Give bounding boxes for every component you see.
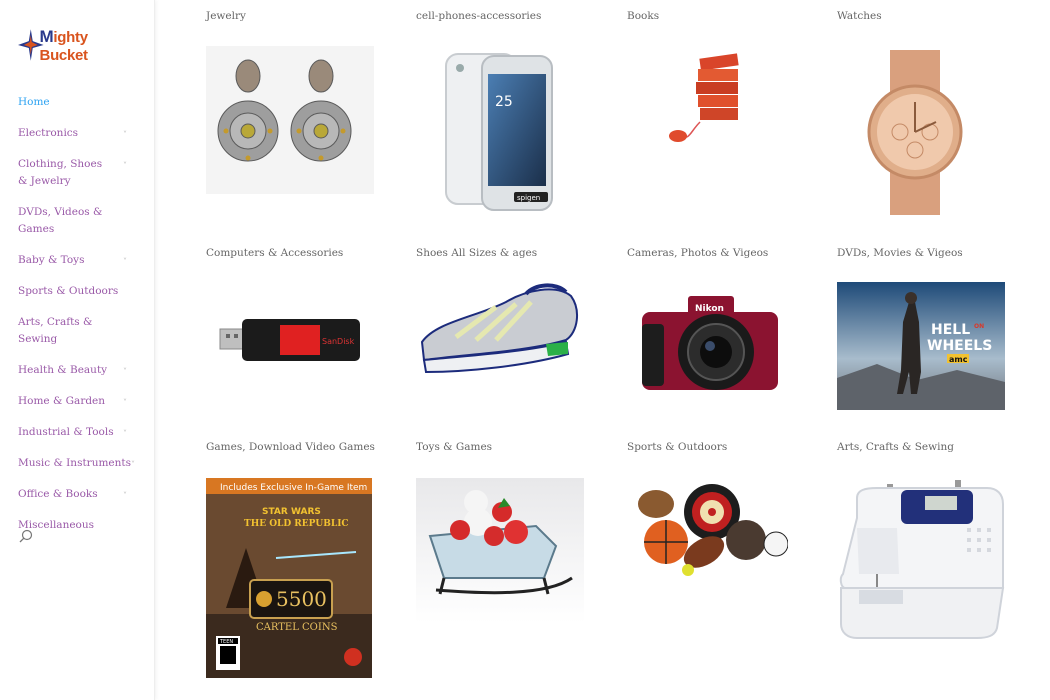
svg-text:STAR WARS: STAR WARS — [262, 507, 321, 517]
category-games[interactable]: Games, Download Video Games — [206, 440, 376, 454]
category-cameras[interactable]: Cameras, Photos & Vigeos — [627, 246, 797, 260]
earrings-icon[interactable] — [206, 46, 374, 194]
category-computers[interactable]: Computers & Accessories — [206, 246, 376, 260]
sneaker-icon[interactable] — [416, 282, 584, 377]
svg-text:spigen: spigen — [517, 194, 540, 202]
category-arts[interactable]: Arts, Crafts & Sewing — [837, 440, 1007, 454]
category-label[interactable]: Sports & Outdoors — [627, 440, 797, 454]
sewing-machine-icon[interactable] — [837, 478, 1005, 640]
category-label[interactable]: Jewelry — [206, 9, 376, 23]
category-label[interactable]: cell-phones-accessories — [416, 9, 586, 23]
category-dvds[interactable]: DVDs, Movies & Vigeos — [837, 246, 1007, 260]
category-label[interactable]: DVDs, Movies & Vigeos — [837, 246, 1007, 260]
phone-icon[interactable]: 25 spigen — [438, 50, 558, 215]
category-grid: Jewelry cell-phones-accessories 25 spige… — [0, 0, 1050, 700]
category-label[interactable]: Shoes All Sizes & ages — [416, 246, 586, 260]
camera-icon[interactable]: Nikon — [640, 294, 780, 394]
category-shoes[interactable]: Shoes All Sizes & ages — [416, 246, 586, 260]
category-toys[interactable]: Toys & Games — [416, 440, 586, 454]
category-label[interactable]: Watches — [837, 9, 1007, 23]
category-label[interactable]: Books — [627, 9, 797, 23]
category-sports[interactable]: Sports & Outdoors — [627, 440, 797, 454]
category-cell-phones[interactable]: cell-phones-accessories — [416, 9, 586, 23]
game-card-icon[interactable]: Includes Exclusive In-Game Item STAR WAR… — [206, 478, 372, 678]
category-label[interactable]: Arts, Crafts & Sewing — [837, 440, 1007, 454]
watch-icon[interactable] — [860, 50, 970, 215]
svg-text:ON: ON — [974, 323, 984, 330]
svg-text:5500: 5500 — [276, 587, 327, 611]
category-jewelry[interactable]: Jewelry — [206, 9, 376, 23]
category-watches[interactable]: Watches — [837, 9, 1007, 23]
category-label[interactable]: Computers & Accessories — [206, 246, 376, 260]
svg-text:TEEN: TEEN — [219, 639, 233, 645]
svg-text:HELL: HELL — [931, 322, 970, 338]
sleigh-toys-icon[interactable] — [416, 478, 584, 623]
category-label[interactable]: Games, Download Video Games — [206, 440, 376, 454]
svg-text:THE OLD REPUBLIC: THE OLD REPUBLIC — [244, 519, 349, 529]
hell-on-wheels-poster-icon[interactable]: HELL ON WHEELS amc — [837, 282, 1005, 410]
svg-text:amc: amc — [949, 355, 968, 364]
svg-text:25: 25 — [495, 94, 513, 110]
svg-text:SanDisk: SanDisk — [322, 337, 355, 346]
svg-text:Nikon: Nikon — [695, 304, 724, 314]
svg-text:WHEELS: WHEELS — [927, 338, 992, 354]
sports-balls-icon[interactable] — [632, 484, 788, 584]
category-books[interactable]: Books — [627, 9, 797, 23]
category-label[interactable]: Cameras, Photos & Vigeos — [627, 246, 797, 260]
svg-text:CARTEL COINS: CARTEL COINS — [256, 622, 338, 633]
books-icon[interactable] — [660, 52, 770, 152]
category-label[interactable]: Toys & Games — [416, 440, 586, 454]
usb-drive-icon[interactable]: SanDisk — [216, 315, 366, 365]
svg-text:Includes Exclusive In-Game Ite: Includes Exclusive In-Game Item — [220, 483, 367, 493]
